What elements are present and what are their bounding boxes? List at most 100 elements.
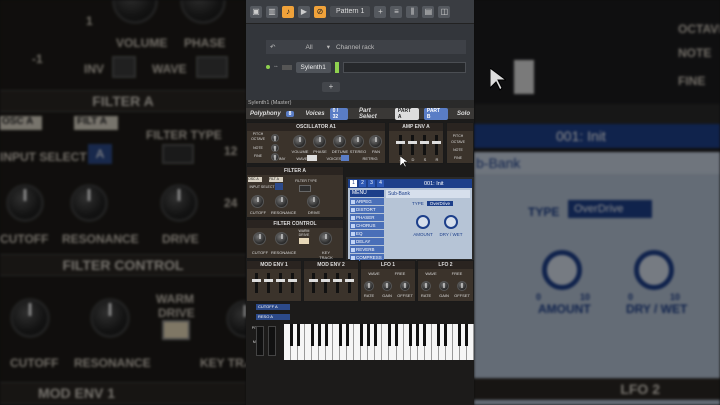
drywet-knob[interactable] <box>444 215 458 229</box>
sub-bank-label[interactable]: Sub-Bank <box>386 190 470 198</box>
channel-led-icon[interactable] <box>266 65 270 69</box>
filt-a-tab[interactable]: FILT A <box>269 177 283 182</box>
lfo1-rate-knob[interactable] <box>364 281 374 291</box>
group-select[interactable]: All <box>305 44 312 51</box>
white-key[interactable] <box>445 324 453 360</box>
input-select[interactable] <box>275 183 283 190</box>
menu-title[interactable]: MENU <box>350 190 384 197</box>
link-icon[interactable]: ⊘ <box>314 5 326 18</box>
rack-menu-icon[interactable]: ▾ <box>327 43 330 51</box>
cutoff2-knob[interactable] <box>253 232 266 245</box>
part-b-button[interactable]: PART B <box>423 107 449 120</box>
rack-arrow-icon[interactable]: ↶ <box>270 43 275 51</box>
resonance-knob[interactable] <box>275 195 288 208</box>
white-key[interactable] <box>361 324 369 360</box>
wave-selector[interactable] <box>307 155 317 161</box>
white-key[interactable] <box>431 324 439 360</box>
menu-item-reverb[interactable]: REVERB <box>350 246 384 253</box>
white-key[interactable] <box>459 324 467 360</box>
lcd-tab-2[interactable]: 2 <box>359 180 366 187</box>
white-key[interactable] <box>424 324 432 360</box>
white-key[interactable] <box>410 324 418 360</box>
part-a-button[interactable]: PART A <box>394 107 419 120</box>
channel-select[interactable] <box>334 61 339 73</box>
white-key[interactable] <box>389 324 397 360</box>
release-fader[interactable] <box>432 135 441 155</box>
white-key[interactable] <box>396 324 404 360</box>
voices-selector[interactable] <box>341 155 349 161</box>
phase-knob[interactable] <box>313 135 326 148</box>
white-key[interactable] <box>382 324 390 360</box>
lcd-tab-3[interactable]: 3 <box>368 180 375 187</box>
white-key[interactable] <box>452 324 460 360</box>
warm-drive-toggle[interactable] <box>299 238 309 244</box>
white-key[interactable] <box>340 324 348 360</box>
mixer-icon[interactable]: ⫼ <box>406 5 419 18</box>
white-key[interactable] <box>284 324 292 360</box>
piano-roll-icon[interactable]: ▤ <box>422 5 435 18</box>
white-key[interactable] <box>368 324 376 360</box>
menu-item-delay[interactable]: DELAY <box>350 238 384 245</box>
white-key[interactable] <box>305 324 313 360</box>
mod-dest-reso[interactable]: RESO A <box>256 314 290 320</box>
mod2-fader-a[interactable] <box>309 273 318 293</box>
add-pattern-icon[interactable]: + <box>374 5 387 18</box>
menu-item-chorus[interactable]: CHORUS <box>350 222 384 229</box>
white-key[interactable] <box>417 324 425 360</box>
lfo1-gain-knob[interactable] <box>382 281 392 291</box>
mod-dest-cutoff[interactable]: CUTOFF A <box>256 304 290 310</box>
white-key[interactable] <box>403 324 411 360</box>
cutoff-knob[interactable] <box>251 195 264 208</box>
menu-item-phaser[interactable]: PHASER <box>350 214 384 221</box>
lfo2-offset-knob[interactable] <box>457 281 467 291</box>
pitch-wheel[interactable] <box>256 326 264 356</box>
menu-item-arpeg[interactable]: ARPEG <box>350 198 384 205</box>
osc-a-tab[interactable]: OSC A <box>248 177 262 182</box>
pan-knob[interactable] <box>369 135 382 148</box>
white-key[interactable] <box>354 324 362 360</box>
piano-keyboard[interactable] <box>284 324 474 360</box>
white-key[interactable] <box>438 324 446 360</box>
lcd-tab-1[interactable]: 1 <box>350 180 357 187</box>
detune-knob[interactable] <box>333 135 346 148</box>
volume-knob[interactable] <box>293 135 306 148</box>
mod2-fader-s[interactable] <box>333 273 342 293</box>
mod2-fader-r[interactable] <box>345 273 354 293</box>
piano-icon[interactable]: ♪ <box>282 5 294 18</box>
mod1-fader-r[interactable] <box>288 273 297 293</box>
menu-item-eq[interactable]: EQ <box>350 230 384 237</box>
channel-name-button[interactable]: Sylenth1 <box>295 61 331 73</box>
drive-knob[interactable] <box>307 195 320 208</box>
filter-type-select[interactable] <box>299 185 311 192</box>
white-key[interactable] <box>333 324 341 360</box>
preset-name[interactable]: 001: Init <box>424 181 444 187</box>
lfo2-gain-knob[interactable] <box>439 281 449 291</box>
white-key[interactable] <box>466 324 474 360</box>
mod2-fader-d[interactable] <box>321 273 330 293</box>
white-key[interactable] <box>326 324 334 360</box>
white-key[interactable] <box>375 324 383 360</box>
stereo-knob[interactable] <box>351 135 364 148</box>
white-key[interactable] <box>347 324 355 360</box>
browser-icon[interactable]: ◫ <box>438 5 451 18</box>
pan-knob-icon[interactable]: ◦◦ <box>274 64 278 70</box>
keytrack-knob[interactable] <box>319 232 332 245</box>
play-icon[interactable]: ▶ <box>298 5 310 18</box>
mod1-fader-s[interactable] <box>276 273 285 293</box>
mod-wheel[interactable] <box>268 326 276 356</box>
add-channel-button[interactable]: + <box>322 82 340 92</box>
plugin-icon[interactable]: ▣ <box>250 5 262 18</box>
lcd-tab-4[interactable]: 4 <box>377 180 384 187</box>
white-key[interactable] <box>291 324 299 360</box>
lock-icon[interactable]: ▥ <box>266 5 278 18</box>
note-knob[interactable] <box>271 144 279 152</box>
mod1-fader-a[interactable] <box>252 273 261 293</box>
playlist-icon[interactable]: ≡ <box>390 5 403 18</box>
white-key[interactable] <box>298 324 306 360</box>
decay-fader[interactable] <box>408 135 417 155</box>
step-sequencer[interactable] <box>342 61 466 73</box>
lfo2-rate-knob[interactable] <box>421 281 431 291</box>
lfo1-offset-knob[interactable] <box>400 281 410 291</box>
polyphony-value[interactable]: 8 <box>285 110 295 117</box>
channel-mixer-track[interactable] <box>281 64 292 70</box>
